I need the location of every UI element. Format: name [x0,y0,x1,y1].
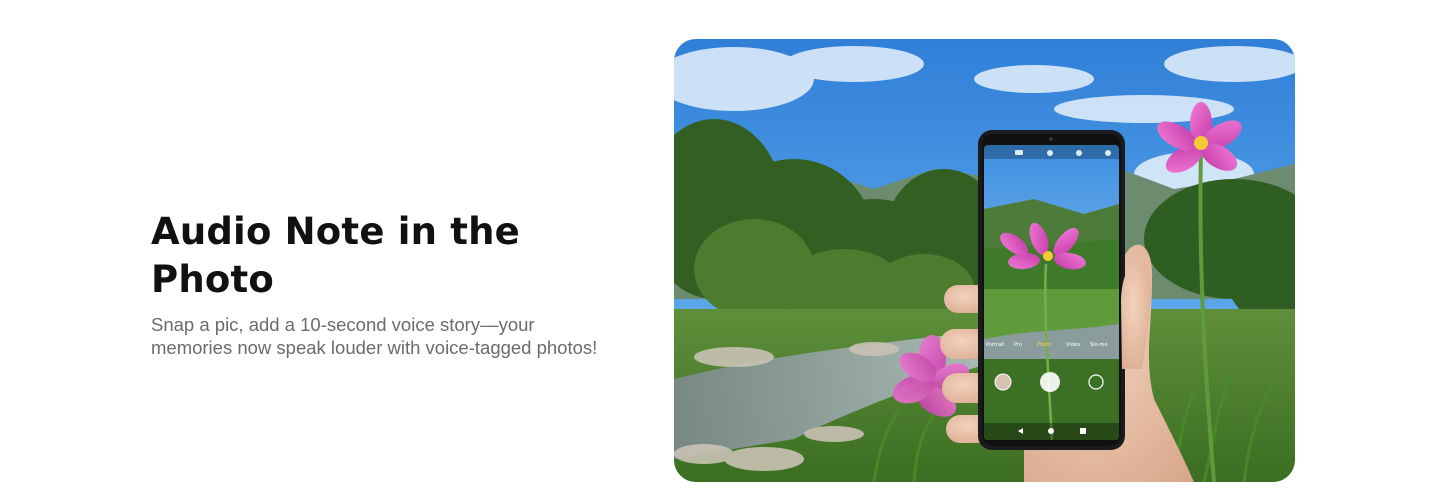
shutter-button [1040,372,1060,392]
nav-home-icon [1048,428,1054,434]
camera-mode-video: Video [1066,342,1080,348]
description-line-2: memories now speak louder with voice-tag… [151,337,598,358]
camera-mode-portrait: Portrait [986,342,1004,348]
feature-text: Audio Note in the Photo Snap a pic, add … [151,208,631,359]
hero-image: Portrait Pro Photo Video Slo-mo [674,39,1295,482]
camera-mode-pro: Pro [1014,342,1022,348]
description-line-1: Snap a pic, add a 10-second voice story—… [151,314,535,335]
feature-description: Snap a pic, add a 10-second voice story—… [151,313,631,359]
feature-title: Audio Note in the Photo [151,210,520,301]
camera-mode-slomo: Slo-mo [1090,342,1107,348]
gallery-thumbnail [994,373,1012,391]
nav-recents-icon [1080,428,1086,434]
phone: Portrait Pro Photo Video Slo-mo [978,130,1125,450]
camera-mode-photo: Photo [1037,342,1051,348]
